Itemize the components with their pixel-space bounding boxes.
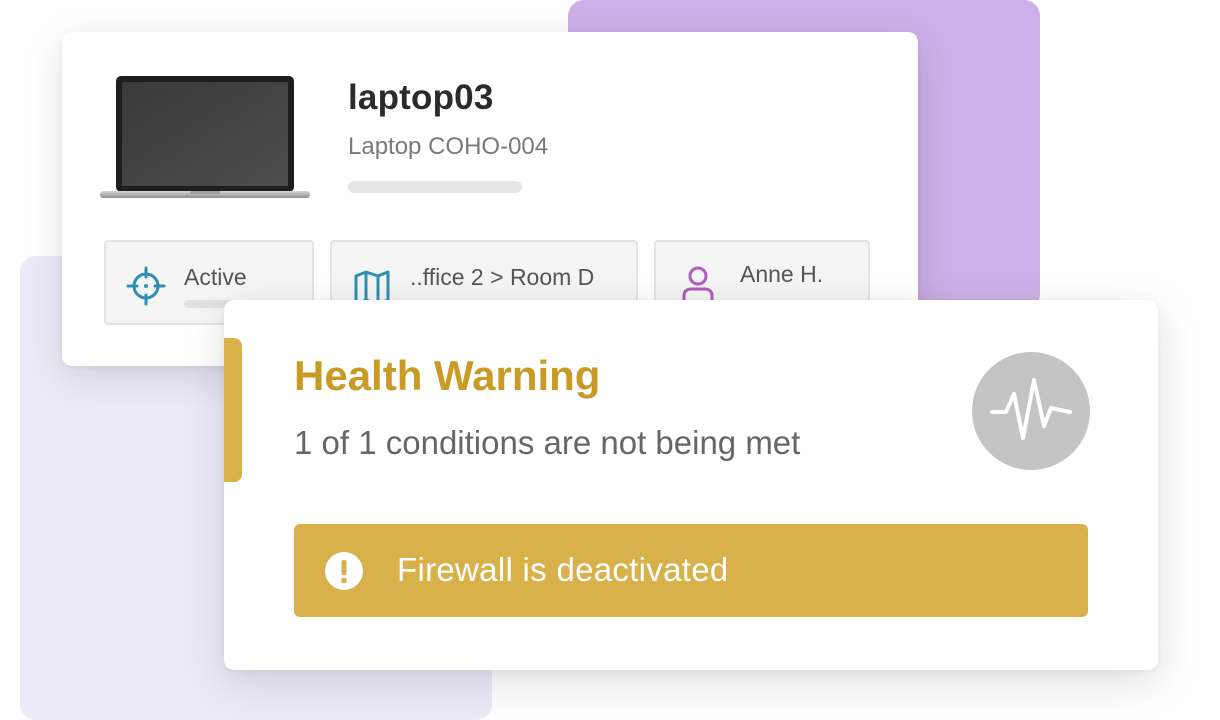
exclamation-icon	[325, 552, 363, 590]
user-label: Anne H.	[740, 261, 824, 287]
firewall-alert-message: Firewall is deactivated	[397, 551, 729, 588]
device-name: laptop03	[348, 78, 494, 117]
health-warning-description: 1 of 1 conditions are not being met	[294, 424, 801, 461]
user-icon	[682, 266, 714, 302]
pulse-icon	[972, 352, 1090, 470]
health-warning-title: Health Warning	[294, 352, 601, 399]
loading-placeholder	[348, 181, 522, 193]
laptop-icon	[100, 76, 310, 198]
target-icon	[126, 266, 166, 306]
status-label: Active	[184, 264, 247, 290]
location-label: ..ffice 2 > Room D	[410, 264, 595, 290]
health-warning-card: Health Warning 1 of 1 conditions are not…	[224, 300, 1158, 670]
device-model: Laptop COHO-004	[348, 133, 549, 160]
warning-accent-bar	[224, 338, 242, 482]
firewall-alert-banner[interactable]: Firewall is deactivated	[294, 524, 1088, 617]
